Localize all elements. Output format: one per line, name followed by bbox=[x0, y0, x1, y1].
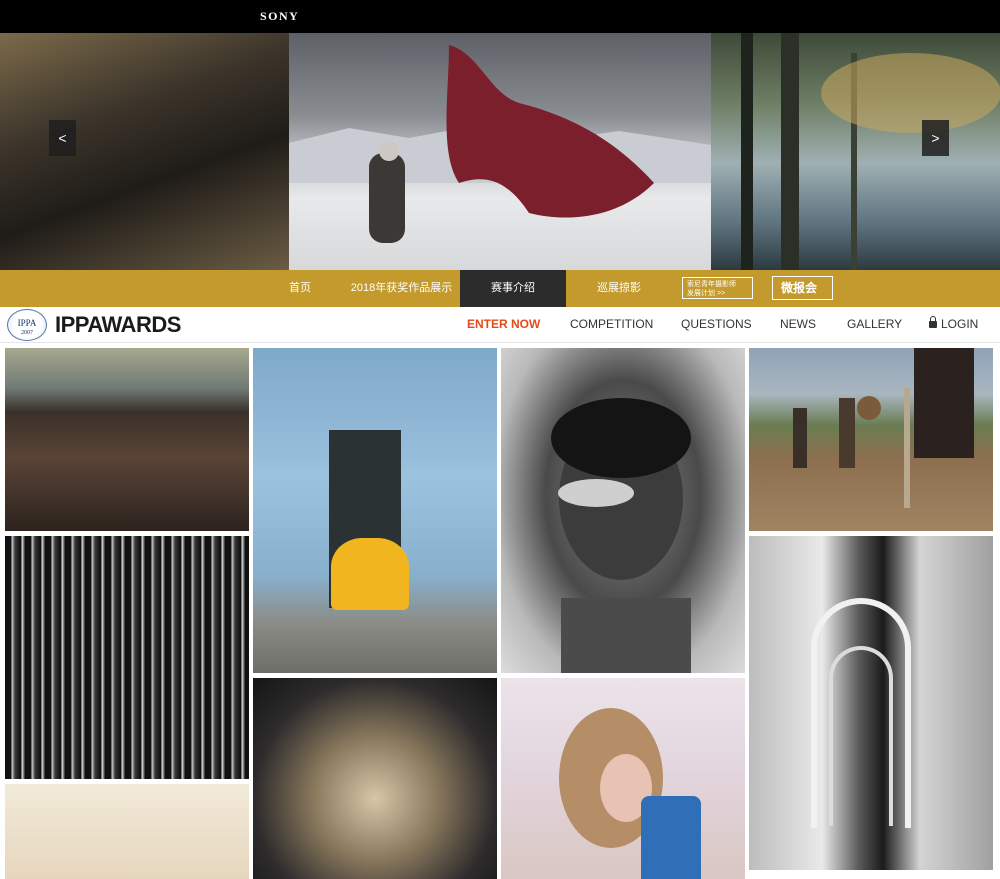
gold-nav-intro[interactable]: 赛事介绍 bbox=[460, 270, 566, 307]
hero-right-artwork bbox=[741, 33, 1000, 270]
arch-inner bbox=[829, 646, 893, 826]
login-link[interactable]: LOGIN bbox=[929, 316, 979, 331]
hero-image-center[interactable] bbox=[289, 33, 711, 270]
gallery-link[interactable]: GALLERY bbox=[847, 317, 902, 331]
hero-carousel: < > bbox=[0, 33, 1000, 270]
hero-prev-button[interactable]: < bbox=[49, 120, 76, 156]
ippa-logo[interactable]: IPPA 2007 bbox=[7, 309, 47, 341]
gallery-photo-patterns[interactable] bbox=[5, 536, 249, 779]
gallery-photo-light[interactable] bbox=[5, 784, 249, 879]
gallery-photo-kids-football[interactable] bbox=[749, 348, 993, 531]
news-link[interactable]: NEWS bbox=[780, 317, 816, 331]
sony-logo[interactable]: SONY bbox=[260, 9, 299, 24]
kids-artwork bbox=[793, 348, 974, 508]
program-link-line1: 索尼青年摄影师 bbox=[687, 281, 736, 288]
lock-icon bbox=[929, 316, 937, 328]
boy-portrait-artwork bbox=[551, 398, 691, 673]
gallery-photo-boy-fish[interactable] bbox=[501, 348, 745, 673]
gold-nav-bar: 首页 2018年获奖作品展示 赛事介绍 巡展掠影 索尼青年摄影师 发展计划 >>… bbox=[0, 270, 1000, 307]
ippa-logo-year: 2007 bbox=[21, 330, 33, 336]
gallery-photo-dog[interactable] bbox=[253, 678, 497, 879]
spray-bottle-shape bbox=[641, 796, 701, 879]
gallery-photo-girl-spray[interactable] bbox=[501, 678, 745, 879]
gold-nav-awards[interactable]: 2018年获奖作品展示 bbox=[343, 270, 460, 307]
briefing-link[interactable]: 微报会 bbox=[772, 276, 833, 300]
young-photographer-program-link[interactable]: 索尼青年摄影师 发展计划 >> bbox=[682, 277, 753, 299]
sony-top-bar: SONY bbox=[0, 0, 1000, 33]
gallery-photo-yellow-dress[interactable] bbox=[253, 348, 497, 673]
program-link-line2: 发展计划 >> bbox=[687, 290, 726, 297]
competition-link[interactable]: COMPETITION bbox=[570, 317, 653, 331]
questions-link[interactable]: QUESTIONS bbox=[681, 317, 752, 331]
gold-nav-tour[interactable]: 巡展掠影 bbox=[586, 270, 652, 307]
hero-image-right[interactable] bbox=[711, 33, 1000, 270]
login-label: LOGIN bbox=[941, 317, 979, 331]
ippa-logo-text: IPPA bbox=[17, 318, 37, 328]
gallery-photo-arches[interactable] bbox=[749, 536, 993, 870]
gold-nav-home[interactable]: 首页 bbox=[270, 270, 330, 307]
girl-portrait-artwork bbox=[559, 708, 663, 848]
enter-now-link[interactable]: ENTER NOW bbox=[467, 317, 540, 331]
gallery-photo-crowd[interactable] bbox=[5, 348, 249, 531]
ippa-header: IPPA 2007 IPPAWARDS ENTER NOW COMPETITIO… bbox=[0, 307, 1000, 343]
dress-shape bbox=[331, 538, 409, 610]
ippa-wordmark[interactable]: IPPAWARDS bbox=[55, 312, 181, 338]
hero-next-button[interactable]: > bbox=[922, 120, 949, 156]
hero-image-left[interactable] bbox=[0, 33, 289, 270]
hero-center-artwork bbox=[289, 45, 711, 243]
